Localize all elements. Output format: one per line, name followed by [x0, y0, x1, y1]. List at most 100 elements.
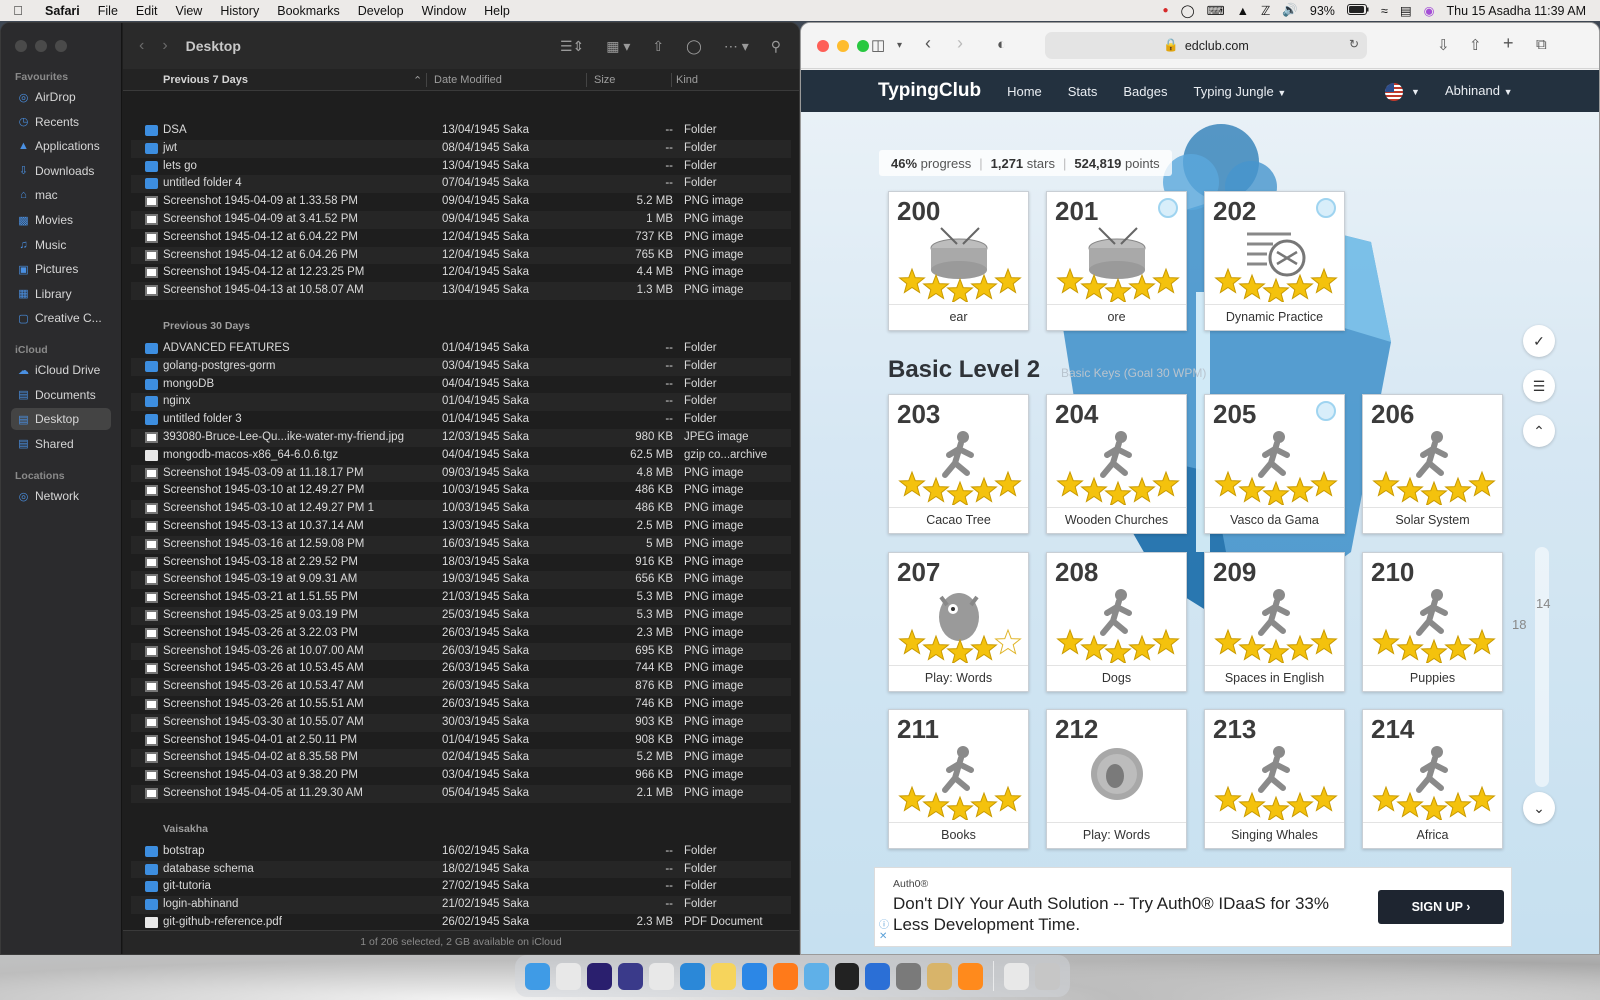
back-chevron-icon[interactable]: ‹ [139, 37, 144, 55]
forward-chevron-icon[interactable]: › [162, 37, 167, 55]
sidebar-item-library[interactable]: ▦ Library [11, 283, 111, 305]
tag-icon[interactable]: ◯ [686, 38, 702, 55]
file-row[interactable]: Screenshot 1945-04-12 at 6.04.26 PM 12/04… [131, 246, 791, 265]
menu-edit[interactable]: Edit [127, 4, 167, 18]
files-icon[interactable] [1004, 962, 1030, 990]
share-icon[interactable]: ⇧ [652, 38, 664, 55]
completed-check-button[interactable]: ✓ [1523, 325, 1555, 357]
file-row[interactable]: Screenshot 1945-03-25 at 9.03.19 PM 25/03… [131, 607, 791, 625]
column-date[interactable]: Date Modified [434, 74, 502, 86]
menu-bookmarks[interactable]: Bookmarks [268, 4, 349, 18]
chrome-icon[interactable] [648, 962, 674, 990]
siri-icon[interactable]: ◉ [1424, 3, 1435, 18]
menu-view[interactable]: View [166, 4, 211, 18]
sidebar-item-recents[interactable]: ◷ Recents [11, 111, 111, 133]
ad-copy[interactable]: Don't DIY Your Auth Solution -- Try Auth… [893, 893, 1353, 935]
creative-cloud-icon[interactable]: ◯ [1181, 3, 1195, 18]
zoom-button[interactable] [55, 40, 67, 52]
tab-overview-icon[interactable]: ⧉ [1536, 36, 1547, 53]
file-row[interactable]: Screenshot 1945-03-21 at 1.51.55 PM 21/03… [131, 589, 791, 607]
file-row[interactable]: Screenshot 1945-03-30 at 10.55.07 AM 30/0… [131, 713, 791, 732]
typingclub-logo[interactable]: TypingClub [878, 80, 981, 102]
close-button[interactable] [15, 40, 27, 52]
file-row[interactable]: Screenshot 1945-03-13 at 10.37.14 AM 13/0… [131, 518, 791, 536]
keyboard-icon[interactable]: ⌨ [1207, 3, 1225, 18]
minimize-button[interactable] [837, 40, 849, 52]
reload-icon[interactable]: ↻ [1349, 37, 1359, 51]
list-view-icon[interactable]: ☰⇕ [560, 38, 584, 55]
file-row[interactable]: Screenshot 1945-04-05 at 11.29.30 AM 05/0… [131, 785, 791, 803]
lesson-card[interactable]: 200 ear [888, 191, 1029, 331]
nav-badges[interactable]: Badges [1123, 84, 1167, 99]
menu-file[interactable]: File [89, 4, 127, 18]
file-row[interactable]: Screenshot 1945-03-26 at 10.53.45 AM 26/0… [131, 660, 791, 678]
search-icon[interactable]: ⚲ [771, 38, 781, 55]
menu-list-button[interactable]: ☰ [1523, 370, 1555, 402]
file-row[interactable]: Screenshot 1945-04-09 at 3.41.52 PM 09/04… [131, 211, 791, 229]
lesson-card[interactable]: 211 Books [888, 709, 1029, 849]
file-row[interactable]: Screenshot 1945-03-26 at 3.22.03 PM 26/03… [131, 625, 791, 643]
lesson-card[interactable]: 210 Puppies [1362, 552, 1503, 692]
file-row[interactable]: DSA 13/04/1945 Saka -- Folder [131, 122, 791, 140]
file-row[interactable]: jwt 08/04/1945 Saka -- Folder [131, 139, 791, 158]
file-row[interactable]: Screenshot 1945-04-09 at 1.33.58 PM 09/04… [131, 193, 791, 211]
privacy-shield-icon[interactable]: ◐ [997, 36, 1006, 53]
lesson-card[interactable]: 209 Spaces in English [1204, 552, 1345, 692]
menu-app-name[interactable]: Safari [36, 4, 89, 18]
battery-icon[interactable] [1346, 3, 1369, 18]
trash-icon[interactable] [1035, 962, 1061, 990]
menu-help[interactable]: Help [475, 4, 519, 18]
sidebar-item-movies[interactable]: ▩ Movies [11, 209, 111, 231]
control-center-icon[interactable]: ▤ [1400, 3, 1412, 18]
lesson-card[interactable]: 202 Dynamic Practice [1204, 191, 1345, 331]
file-row[interactable]: mongodb-macos-x86_64-6.0.6.tgz 04/04/1945… [131, 447, 791, 465]
lesson-card[interactable]: 208 Dogs [1046, 552, 1187, 692]
file-row[interactable]: ADVANCED FEATURES 01/04/1945 Saka -- Folder [131, 340, 791, 358]
file-row[interactable]: Screenshot 1945-03-26 at 10.55.51 AM 26/0… [131, 696, 791, 714]
sidebar-item-icloud-drive[interactable]: ☁ iCloud Drive [11, 359, 111, 381]
bluetooth-icon[interactable]: ℤ [1261, 3, 1270, 18]
sidebar-item-downloads[interactable]: ⇩ Downloads [11, 160, 111, 182]
sort-chevron-icon[interactable]: ⌃ [413, 74, 422, 87]
sidebar-item-documents[interactable]: ▤ Documents [11, 384, 111, 406]
lesson-card[interactable]: 205 Vasco da Gama [1204, 394, 1345, 534]
minimize-button[interactable] [35, 40, 47, 52]
file-row[interactable]: database schema 18/02/1945 Saka -- Folder [131, 860, 791, 879]
ad-info-icon[interactable]: ⓘ ✕ [879, 920, 889, 942]
file-row[interactable]: 393080-Bruce-Lee-Qu...ike-water-my-frien… [131, 429, 791, 447]
sidebar-item-music[interactable]: ♫ Music [11, 234, 111, 256]
address-bar[interactable]: 🔒 edclub.com ↻ [1045, 32, 1367, 59]
file-row[interactable]: untitled folder 4 07/04/1945 Saka -- Folder [131, 175, 791, 194]
lesson-card[interactable]: 204 Wooden Churches [1046, 394, 1187, 534]
safari-icon[interactable] [741, 962, 767, 990]
file-row[interactable]: lets go 13/04/1945 Saka -- Folder [131, 158, 791, 176]
lesson-card[interactable]: 214 Africa [1362, 709, 1503, 849]
lesson-card[interactable]: 206 Solar System [1362, 394, 1503, 534]
nav-stats[interactable]: Stats [1068, 84, 1098, 99]
file-row[interactable]: git-tutoria 27/02/1945 Saka -- Folder [131, 878, 791, 896]
zoom-button[interactable] [857, 40, 869, 52]
vscode-icon[interactable] [679, 962, 705, 990]
settings-icon[interactable] [896, 962, 922, 990]
file-row[interactable]: mongoDB 04/04/1945 Saka -- Folder [131, 376, 791, 394]
us-flag-icon[interactable] [1385, 83, 1403, 101]
share-icon[interactable]: ⇧ [1469, 36, 1482, 54]
file-row[interactable]: Screenshot 1945-04-01 at 2.50.11 PM 01/04… [131, 732, 791, 750]
file-row[interactable]: golang-postgres-gorm 03/04/1945 Saka -- Fol… [131, 357, 791, 376]
file-row[interactable]: Screenshot 1945-04-02 at 8.35.58 PM 02/04… [131, 749, 791, 768]
file-row[interactable]: Screenshot 1945-03-19 at 9.09.31 AM 19/03… [131, 571, 791, 590]
apple-menu-icon[interactable]:  [0, 3, 36, 18]
file-row[interactable]: Screenshot 1945-03-09 at 11.18.17 PM 09/0… [131, 464, 791, 483]
sidebar-item-network[interactable]: ◎ Network [11, 485, 111, 507]
sidebar-item-creative-c[interactable]: ▢ Creative C... [11, 307, 111, 329]
davinci-icon[interactable] [834, 962, 860, 990]
sidebar-item-airdrop[interactable]: ◎ AirDrop [11, 86, 111, 108]
file-row[interactable]: Screenshot 1945-04-03 at 9.38.20 PM 03/04… [131, 767, 791, 785]
sidebar-item-shared[interactable]: ▤ Shared [11, 433, 111, 455]
battery-percent[interactable]: 93% [1310, 4, 1335, 18]
books-icon[interactable] [958, 962, 984, 990]
menu-develop[interactable]: Develop [349, 4, 413, 18]
file-row[interactable]: Screenshot 1945-03-26 at 10.07.00 AM 26/0… [131, 642, 791, 661]
lesson-scroll-track[interactable] [1535, 547, 1549, 787]
column-size[interactable]: Size [594, 74, 615, 86]
